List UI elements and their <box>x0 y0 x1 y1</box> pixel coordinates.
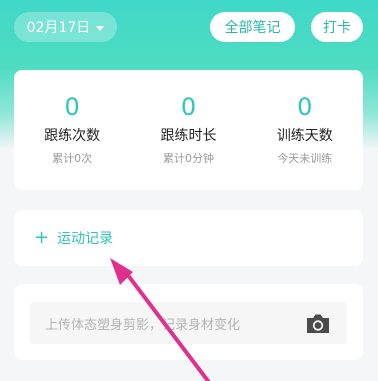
chevron-down-icon <box>96 25 105 31</box>
plus-icon: + <box>34 227 50 248</box>
stat-label: 训练天数 <box>276 128 333 144</box>
stat-value: 0 <box>64 93 80 121</box>
stat-label: 跟练次数 <box>44 128 101 144</box>
stat-follow-count[interactable]: 0 跟练次数 累计0次 <box>14 70 130 190</box>
body-photo-upload[interactable]: 上传体态塑身剪影，记录身材变化 <box>30 302 347 344</box>
stat-label: 跟练时长 <box>160 128 217 144</box>
exercise-record-label: 运动记录 <box>57 231 114 247</box>
stat-follow-duration[interactable]: 0 跟练时长 累计0分钟 <box>130 70 246 190</box>
body-photo-placeholder: 上传体态塑身剪影，记录身材变化 <box>45 317 241 333</box>
stat-sub: 累计0分钟 <box>162 152 214 165</box>
exercise-record-button[interactable]: + 运动记录 <box>14 210 363 266</box>
date-selector[interactable]: 02月17日 <box>14 12 117 42</box>
all-notes-button[interactable]: 全部笔记 <box>210 12 295 42</box>
stat-training-days[interactable]: 0 训练天数 今天未训练 <box>247 70 363 190</box>
body-photo-card: 上传体态塑身剪影，记录身材变化 <box>14 284 363 360</box>
stat-value: 0 <box>297 93 313 121</box>
camera-icon[interactable] <box>305 311 331 335</box>
checkin-button[interactable]: 打卡 <box>311 12 363 42</box>
stat-sub: 今天未训练 <box>277 152 333 165</box>
stat-value: 0 <box>180 93 197 121</box>
date-text: 02月17日 <box>26 20 91 36</box>
stats-card: 0 跟练次数 累计0次 0 跟练时长 累计0分钟 0 训练天数 今天未训练 <box>14 70 363 190</box>
stat-sub: 累计0次 <box>52 152 93 165</box>
